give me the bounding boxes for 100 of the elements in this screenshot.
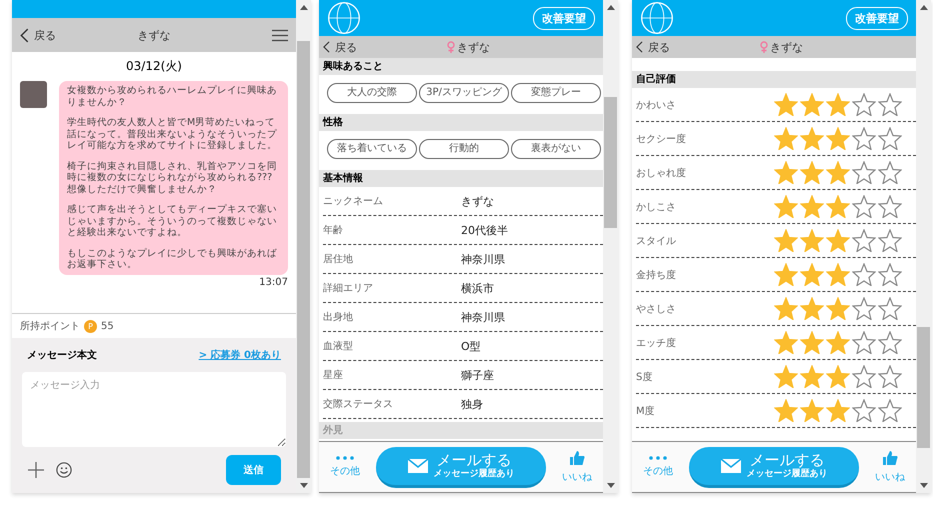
scroll-down-arrow-icon[interactable] (606, 483, 614, 488)
send-mail-button[interactable]: メールする メッセージ履歴あり (689, 446, 859, 488)
message-paragraph: 感じて声を出そうとしてもディープキスで塞いじゃいますから。そういうのって複数じゃないと経験出来ないですよね。 (67, 204, 278, 238)
section-header: 自己評価 (632, 71, 916, 88)
section-header: 興味あること (319, 58, 603, 75)
empty-star-icon (852, 93, 876, 116)
empty-star-icon (852, 331, 876, 354)
rating-label: おしゃれ度 (636, 166, 687, 180)
message-paragraph: 学生時代の友人数人と皆でM男苛めたいねって話になって。普段出来ないようなそういったプレイ可能な方を求めてサイトに登録しました。 (67, 117, 278, 152)
info-label: 居住地 (323, 252, 354, 266)
filled-star-icon (774, 127, 798, 150)
empty-star-icon (852, 195, 876, 218)
scroll-down-arrow-icon[interactable] (300, 483, 308, 488)
filled-star-icon (774, 229, 798, 252)
filled-star-icon (774, 399, 798, 422)
tag-chip: 大人の交際 (327, 83, 417, 103)
scroll-up-arrow-icon[interactable] (920, 5, 928, 10)
chat-title: きずな (138, 28, 170, 42)
smiley-icon[interactable] (56, 462, 72, 478)
scroll-up-arrow-icon[interactable] (606, 5, 614, 10)
thumbs-up-icon (882, 450, 898, 466)
empty-star-icon (878, 195, 902, 218)
scrollbar[interactable] (603, 0, 618, 493)
coupon-link[interactable]: > 応募券 0枚あり (198, 348, 281, 362)
empty-star-icon (878, 161, 902, 184)
filled-star-icon (800, 229, 824, 252)
like-button[interactable]: いいね (868, 450, 912, 484)
feedback-button[interactable]: 改善要望 (846, 6, 908, 30)
scrollbar[interactable] (916, 0, 931, 493)
rating-label: かしこさ (636, 200, 677, 214)
info-value: きずな (461, 194, 494, 208)
dots-icon (335, 456, 355, 460)
info-label: ニックネーム (323, 195, 384, 208)
filled-star-icon (826, 127, 850, 150)
send-button[interactable]: 送信 (226, 455, 281, 485)
points-value: 55 (101, 320, 114, 332)
feedback-button[interactable]: 改善要望 (533, 6, 595, 30)
empty-star-icon (878, 93, 902, 116)
globe-logo-icon (640, 1, 674, 35)
scrollbar[interactable] (296, 0, 311, 493)
points-badge: P (84, 320, 97, 332)
scroll-up-arrow-icon[interactable] (300, 5, 308, 10)
rating-label: かわいさ (636, 98, 677, 112)
empty-star-icon (878, 331, 902, 354)
info-label: 交際ステータス (323, 398, 394, 411)
scrollbar-thumb[interactable] (604, 97, 617, 228)
message-input-field[interactable]: メッセージ入力 (22, 372, 286, 447)
female-symbol-icon (760, 41, 768, 53)
more-button[interactable]: その他 (323, 456, 367, 478)
scroll-down-arrow-icon[interactable] (920, 483, 928, 488)
section-header: 基本情報 (319, 170, 603, 187)
filled-star-icon (774, 365, 798, 388)
scrollbar-thumb[interactable] (917, 327, 930, 448)
filled-star-icon (774, 161, 798, 184)
tag-chip: 裏表がない (511, 139, 601, 159)
envelope-icon (408, 458, 428, 472)
empty-star-icon (852, 399, 876, 422)
rating-label: やさしさ (636, 302, 677, 316)
tag-chip: 行動的 (419, 139, 509, 159)
empty-star-icon (878, 399, 902, 422)
filled-star-icon (800, 365, 824, 388)
info-label: 出身地 (323, 310, 354, 324)
dots-icon (648, 456, 668, 460)
menu-icon[interactable] (272, 28, 288, 42)
filled-star-icon (800, 161, 824, 184)
filled-star-icon (826, 93, 850, 116)
send-mail-button[interactable]: メールする メッセージ履歴あり (376, 446, 546, 488)
globe-logo-icon (327, 1, 361, 35)
filled-star-icon (826, 195, 850, 218)
rating-label: M度 (636, 404, 656, 418)
scrollbar-thumb[interactable] (297, 41, 310, 478)
filled-star-icon (800, 195, 824, 218)
empty-star-icon (878, 127, 902, 150)
more-button[interactable]: その他 (636, 456, 680, 478)
filled-star-icon (826, 297, 850, 320)
info-value: 20代後半 (461, 222, 508, 238)
plus-icon[interactable] (28, 462, 44, 478)
back-button[interactable]: 戻る (636, 40, 670, 54)
envelope-icon (720, 458, 740, 472)
info-label: 血液型 (323, 340, 354, 353)
back-button[interactable]: 戻る (323, 40, 357, 54)
empty-star-icon (878, 297, 902, 320)
back-chevron-icon (323, 41, 330, 53)
empty-star-icon (852, 127, 876, 150)
info-label: 詳細エリア (323, 282, 374, 295)
filled-star-icon (826, 365, 850, 388)
empty-star-icon (852, 263, 876, 286)
info-value: 横浜市 (461, 280, 494, 296)
filled-star-icon (800, 297, 824, 320)
filled-star-icon (826, 399, 850, 422)
tag-chip: 落ち着いている (327, 139, 417, 159)
back-button[interactable]: 戻る (20, 28, 56, 42)
empty-star-icon (878, 229, 902, 252)
empty-star-icon (852, 297, 876, 320)
filled-star-icon (800, 93, 824, 116)
rating-label: スタイル (636, 234, 677, 248)
thumbs-up-icon (569, 450, 585, 466)
filled-star-icon (826, 161, 850, 184)
rating-label: セクシー度 (636, 132, 687, 146)
like-button[interactable]: いいね (555, 450, 599, 484)
